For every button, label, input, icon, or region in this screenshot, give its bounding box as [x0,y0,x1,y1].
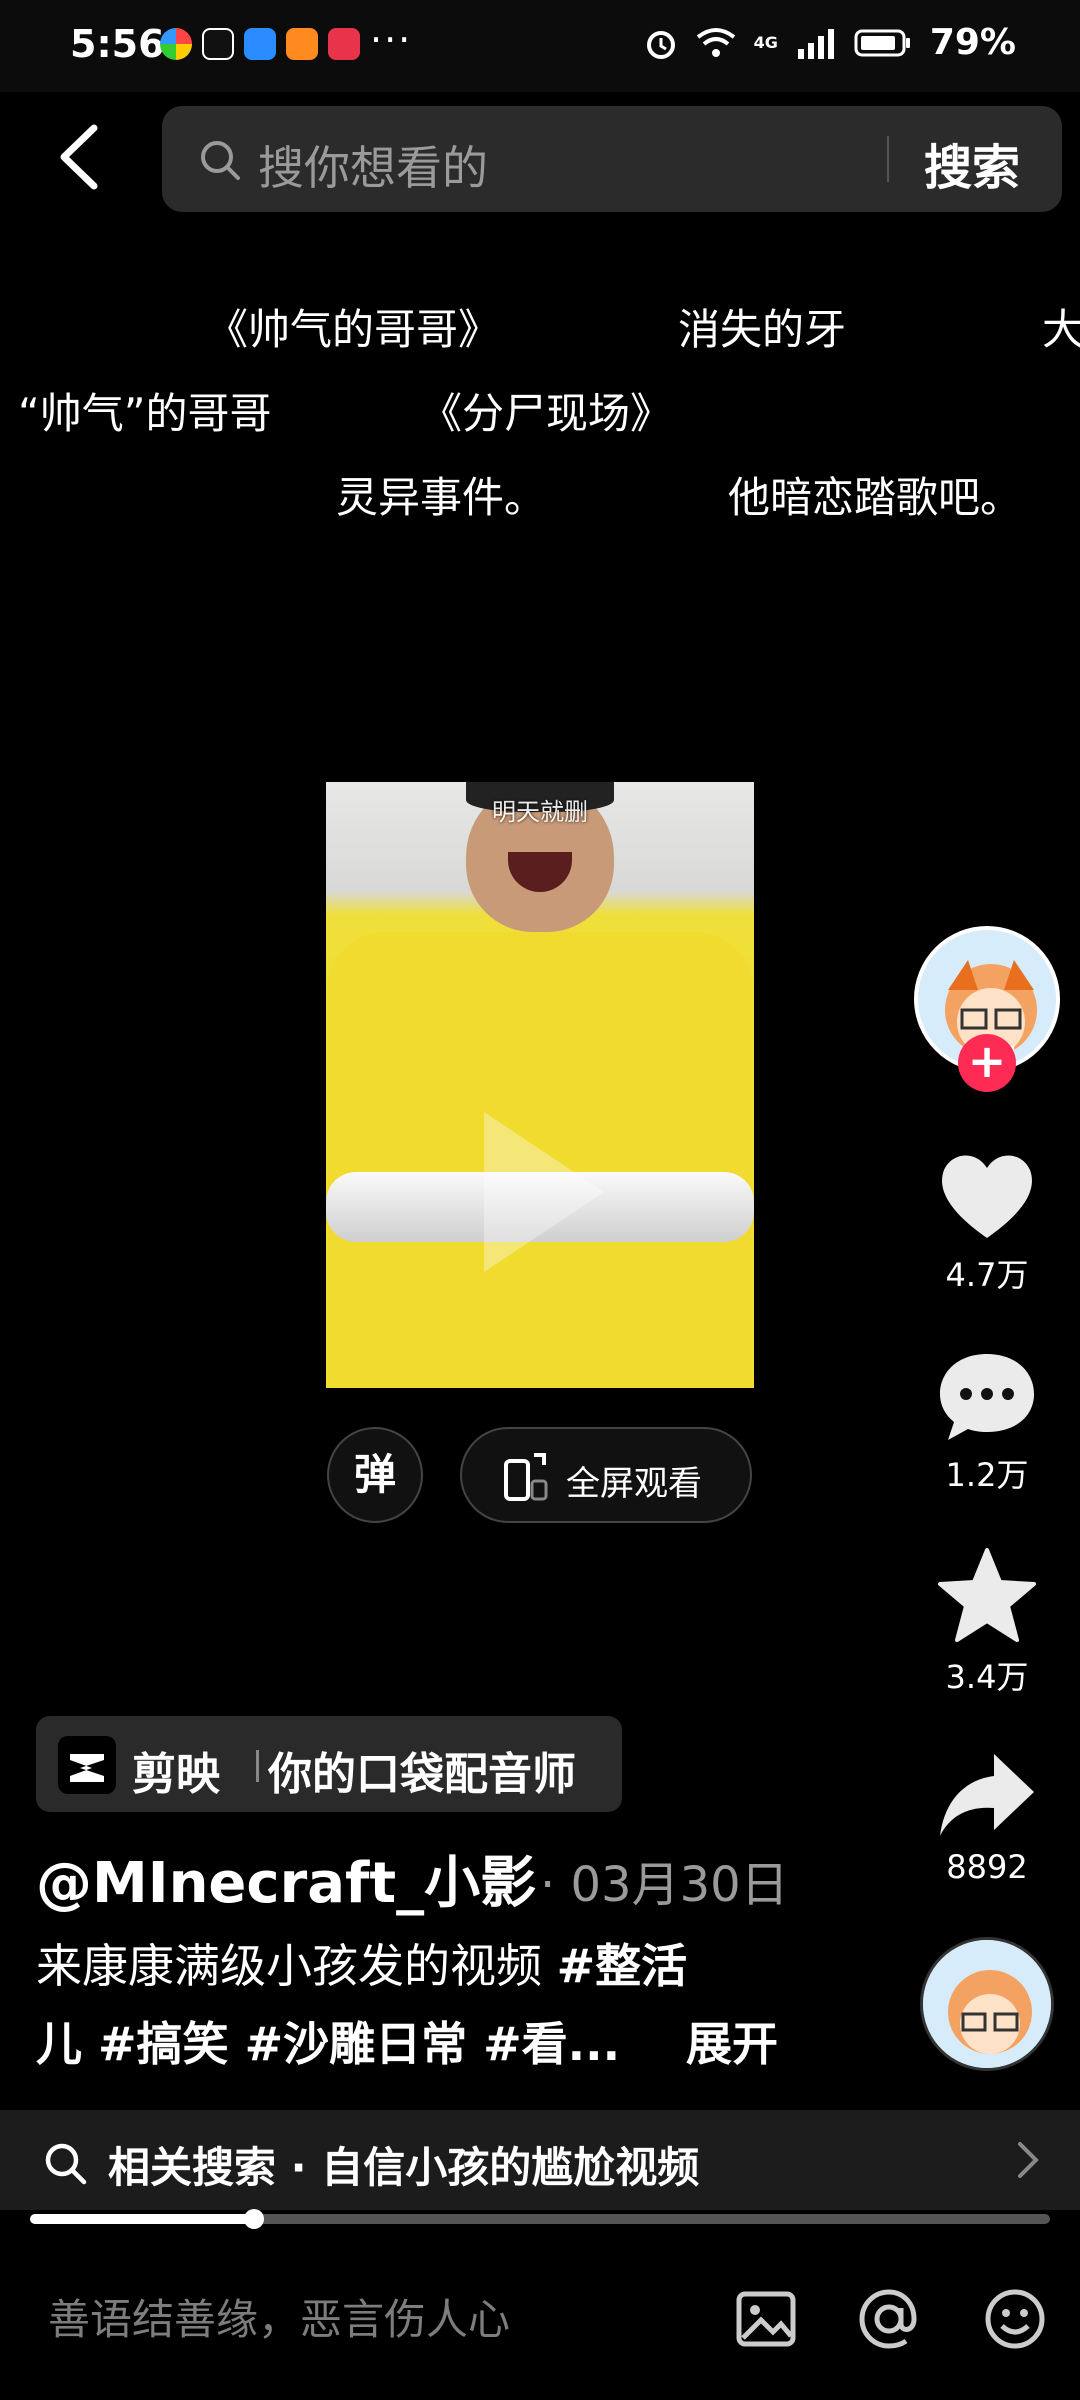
promo-app-name: 剪映 [132,1749,220,1800]
video-progress-handle[interactable] [244,2209,265,2229]
promo-tagline: 你的口袋配音师 [268,1749,576,1800]
mention-icon[interactable] [856,2286,922,2352]
favorite-count: 3.4万 [945,1658,1029,1696]
status-notification-icons [160,28,360,60]
danmaku-comment: 《帅气的哥哥》 [206,305,501,354]
related-search-bar[interactable]: 相关搜索 · 自信小孩的尴尬视频 [0,2110,1080,2210]
like-count: 4.7万 [945,1256,1029,1294]
search-app-notification-icon [244,28,276,60]
status-time: 5:56 [70,22,165,66]
hashtag[interactable]: #整活 [557,1939,688,1993]
search-icon [201,141,240,180]
book-app-notification-icon [328,28,360,60]
danmaku-comment: 消失的牙 [678,305,847,354]
heart-icon[interactable] [934,1146,1040,1246]
post-description-line-1[interactable]: 来康康满级小孩发的视频 #整活 [36,1930,687,1996]
battery-icon [854,29,910,56]
signal-icon [797,28,834,59]
comment-bar: 善语结善缘，恶言伤人心 [0,2236,1080,2400]
description-text: 来康康满级小孩发的视频 [36,1939,557,1993]
search-button[interactable]: 搜索 [924,128,1020,198]
related-search-text: 相关搜索 · 自信小孩的尴尬视频 [108,2143,700,2192]
wifi-icon [696,27,735,57]
search-bar[interactable]: 搜你想看的 搜索 [162,106,1062,212]
danmaku-comment: 灵异事件。 [336,473,547,522]
share-icon[interactable] [934,1746,1040,1846]
share-count: 8892 [946,1848,1028,1886]
more-notifications-icon: ··· [370,18,413,62]
status-right: 4G 79% [644,22,1016,63]
danmaku-comment: 他暗恋踏歌吧。 [728,473,1023,522]
hashtag-line[interactable]: 儿 #搞笑 #沙雕日常 #看... [36,2017,620,2071]
play-icon[interactable] [464,1102,614,1282]
alarm-icon [646,30,675,59]
emoji-icon[interactable] [982,2286,1048,2352]
search-input-placeholder[interactable]: 搜你想看的 [258,132,488,198]
capcut-logo-icon [58,1736,116,1794]
music-disc-image [923,1940,1051,2068]
tiktok-notification-icon [202,28,234,60]
video-player[interactable]: 明天就删 [326,782,754,1388]
video-app-notification-icon [286,28,318,60]
search-icon [45,2143,87,2185]
danmaku-comment: “帅气”的哥哥 [18,389,272,438]
danmu-toggle-button[interactable]: 弹 [327,1427,423,1523]
fullscreen-label: 全屏观看 [566,1464,702,1504]
post-date: · 03月30日 [540,1857,789,1913]
app-notification-icon [160,28,192,60]
author-name[interactable]: @MInecraft_小影 [36,1838,536,1919]
comment-icon[interactable] [934,1346,1040,1446]
capcut-promo-tag[interactable]: 剪映 你的口袋配音师 [36,1716,622,1812]
image-icon[interactable] [733,2286,799,2352]
video-progress-bar[interactable] [30,2209,1050,2229]
follow-plus-button[interactable]: + [958,1034,1016,1092]
rotate-phone-icon [504,1453,548,1501]
video-progress-fill [30,2214,255,2224]
post-description-line-2[interactable]: 儿 #搞笑 #沙雕日常 #看... [36,2008,620,2074]
comment-input[interactable]: 善语结善缘，恶言伤人心 [48,2286,510,2347]
star-icon[interactable] [934,1546,1040,1646]
back-arrow-icon[interactable] [50,122,110,192]
chevron-right-icon [1018,2142,1039,2178]
danmaku-comment: 《分尸现场》 [420,389,673,438]
comment-count: 1.2万 [945,1456,1029,1494]
network-type-label: 4G [753,33,778,52]
music-disc[interactable] [920,1937,1054,2071]
battery-percent: 79% [929,22,1016,63]
danmaku-comment: 大 [1042,305,1080,354]
expand-description-button[interactable]: 展开 [686,2008,778,2074]
promo-separator [256,1750,259,1782]
status-bar: 5:56 ··· 4G 79% [0,0,1080,92]
search-divider [887,136,889,182]
video-caption: 明天就删 [492,798,588,826]
fullscreen-button[interactable]: 全屏观看 [460,1427,752,1523]
